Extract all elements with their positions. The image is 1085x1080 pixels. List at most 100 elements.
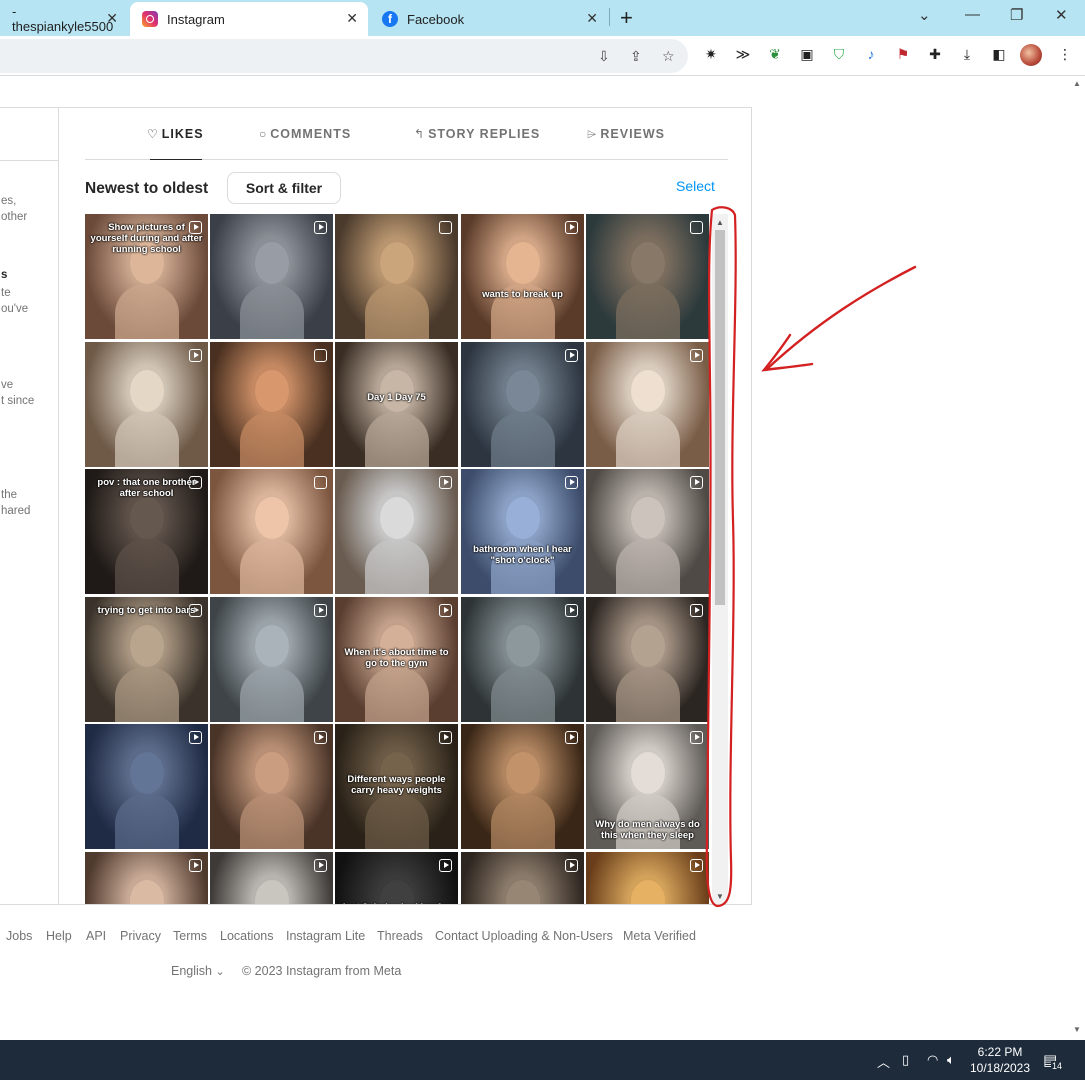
browser-tab-facebook[interactable]: f Facebook ✕ [370, 2, 608, 36]
post-thumbnail-head [380, 370, 414, 412]
extension-sun-icon[interactable]: ✷ [702, 45, 720, 63]
liked-post-tile[interactable]: When it's about time to go to the gym [335, 597, 458, 722]
footer-link-privacy[interactable]: Privacy [120, 929, 161, 943]
footer-link-terms[interactable]: Terms [173, 929, 207, 943]
extension-bird-icon[interactable]: ❦ [766, 45, 784, 63]
footer-link-locations[interactable]: Locations [220, 929, 274, 943]
language-selector[interactable]: English ⌄ [171, 964, 225, 978]
close-tab-icon[interactable]: ✕ [346, 10, 358, 27]
system-clock[interactable]: 6:22 PM 10/18/2023 [965, 1044, 1035, 1076]
sort-filter-button[interactable]: Sort & filter [227, 172, 341, 204]
liked-post-tile[interactable] [586, 342, 709, 467]
extension-arrow-icon[interactable]: ≫ [734, 45, 752, 63]
liked-post-tile[interactable] [210, 852, 333, 904]
extension-card-icon[interactable]: ▣ [798, 45, 816, 63]
liked-post-tile[interactable]: just 3 dudes looking for some Christian … [335, 852, 458, 904]
windows-taskbar: ︿ ▯ ◠ 🔈︎ 6:22 PM 10/18/2023 ▤ 14 [0, 1040, 1085, 1080]
page-scroll-up-icon[interactable]: ▲ [1073, 79, 1081, 88]
tray-chevron-up-icon[interactable]: ︿ [877, 1052, 890, 1071]
tab-search-chevron-icon[interactable]: ⌄ [918, 6, 931, 24]
liked-post-tile[interactable] [461, 342, 584, 467]
new-tab-icon[interactable]: + [620, 5, 633, 31]
post-thumbnail-head [380, 242, 414, 284]
close-window-icon[interactable]: ✕ [1055, 6, 1068, 24]
profile-avatar[interactable] [1020, 44, 1042, 66]
liked-post-tile[interactable] [586, 469, 709, 594]
downloads-icon[interactable]: ⤓ [958, 45, 976, 63]
bookmark-star-icon[interactable]: ☆ [662, 48, 675, 65]
grid-scrollbar[interactable]: ▲ ▼ [712, 214, 728, 904]
browser-tab-other[interactable]: - thespiankyle5500 ✕ [0, 2, 128, 36]
liked-post-tile[interactable] [85, 852, 208, 904]
page-scrollbar[interactable]: ▲ ▼ [1069, 77, 1085, 1040]
page-scroll-down-icon[interactable]: ▼ [1073, 1025, 1081, 1034]
browser-tab-instagram[interactable]: Instagram ✕ [130, 2, 368, 36]
liked-post-tile[interactable] [210, 597, 333, 722]
liked-post-tile[interactable]: Why do men always do this when they slee… [586, 724, 709, 849]
liked-post-tile[interactable] [586, 597, 709, 722]
post-caption: When it's about time to go to the gym [344, 647, 449, 669]
liked-post-tile[interactable] [210, 214, 333, 339]
install-icon[interactable]: ⇩ [598, 48, 610, 65]
post-thumbnail-figure [115, 794, 179, 849]
liked-post-tile[interactable] [461, 597, 584, 722]
footer-link-contact-uploading[interactable]: Contact Uploading & Non-Users [435, 929, 613, 943]
footer-link-api[interactable]: API [86, 929, 106, 943]
liked-post-tile[interactable] [461, 724, 584, 849]
side-panel-icon[interactable]: ◧ [990, 45, 1008, 63]
select-link[interactable]: Select [676, 178, 715, 194]
post-thumbnail-head [130, 625, 164, 667]
scroll-up-arrow-icon[interactable]: ▲ [716, 218, 724, 227]
liked-post-tile[interactable] [335, 214, 458, 339]
reel-icon [439, 604, 452, 617]
share-icon[interactable]: ⇪ [630, 48, 642, 65]
grid-scrollbar-thumb[interactable] [715, 230, 725, 605]
liked-post-tile[interactable] [210, 469, 333, 594]
post-thumbnail-head [631, 625, 665, 667]
liked-post-tile[interactable]: trying to get into bars [85, 597, 208, 722]
liked-post-tile[interactable] [85, 724, 208, 849]
wifi-icon[interactable]: ◠ [927, 1052, 938, 1068]
extension-shield-icon[interactable]: ⛉ [830, 45, 848, 63]
minimize-icon[interactable]: — [965, 6, 980, 23]
post-thumbnail-figure [616, 539, 680, 594]
annotation-arrow-shaft [766, 265, 917, 370]
extensions-puzzle-icon[interactable]: ✚ [926, 45, 944, 63]
liked-post-tile[interactable] [210, 724, 333, 849]
post-thumbnail-figure [240, 539, 304, 594]
multi-post-icon [439, 221, 452, 234]
restore-icon[interactable]: ❐ [1010, 6, 1023, 24]
close-tab-icon[interactable]: ✕ [106, 10, 118, 27]
liked-post-tile[interactable] [335, 469, 458, 594]
scroll-down-arrow-icon[interactable]: ▼ [716, 892, 724, 901]
liked-post-tile[interactable]: Different ways people carry heavy weight… [335, 724, 458, 849]
footer-link-meta-verified[interactable]: Meta Verified [623, 929, 696, 943]
liked-post-tile[interactable]: wants to break up [461, 214, 584, 339]
address-bar[interactable]: ⇩ ⇪ ☆ [0, 39, 688, 73]
footer-link-instagram-lite[interactable]: Instagram Lite [286, 929, 365, 943]
liked-post-tile[interactable] [461, 852, 584, 904]
footer-link-threads[interactable]: Threads [377, 929, 423, 943]
post-thumbnail-figure [365, 412, 429, 467]
post-thumbnail-head [130, 880, 164, 904]
liked-post-tile[interactable]: Show pictures of yourself during and aft… [85, 214, 208, 339]
post-thumbnail-head [506, 370, 540, 412]
footer-link-help[interactable]: Help [46, 929, 72, 943]
reel-icon [690, 731, 703, 744]
liked-post-tile[interactable]: pov : that one brother after school [85, 469, 208, 594]
close-tab-icon[interactable]: ✕ [586, 10, 598, 27]
extension-mic-icon[interactable]: ♪ [862, 45, 880, 63]
tray-device-icon[interactable]: ▯ [902, 1052, 909, 1068]
liked-post-tile[interactable] [210, 342, 333, 467]
liked-post-tile[interactable]: Day 1 Day 75 [335, 342, 458, 467]
liked-post-tile[interactable] [85, 342, 208, 467]
liked-post-tile[interactable] [586, 852, 709, 904]
liked-post-tile[interactable]: bathroom when I hear "shot o'clock" [461, 469, 584, 594]
liked-post-tile[interactable] [586, 214, 709, 339]
volume-icon[interactable]: 🔈︎ [947, 1052, 955, 1068]
footer-link-jobs[interactable]: Jobs [6, 929, 32, 943]
menu-kebab-icon[interactable]: ⋮ [1056, 45, 1074, 63]
post-thumbnail-head [255, 242, 289, 284]
browser-toolbar: ⇩ ⇪ ☆ ✷ ≫ ❦ ▣ ⛉ ♪ ⚑ ✚ ⤓ ◧ ⋮ [0, 36, 1085, 76]
extension-flag-icon[interactable]: ⚑ [894, 45, 912, 63]
